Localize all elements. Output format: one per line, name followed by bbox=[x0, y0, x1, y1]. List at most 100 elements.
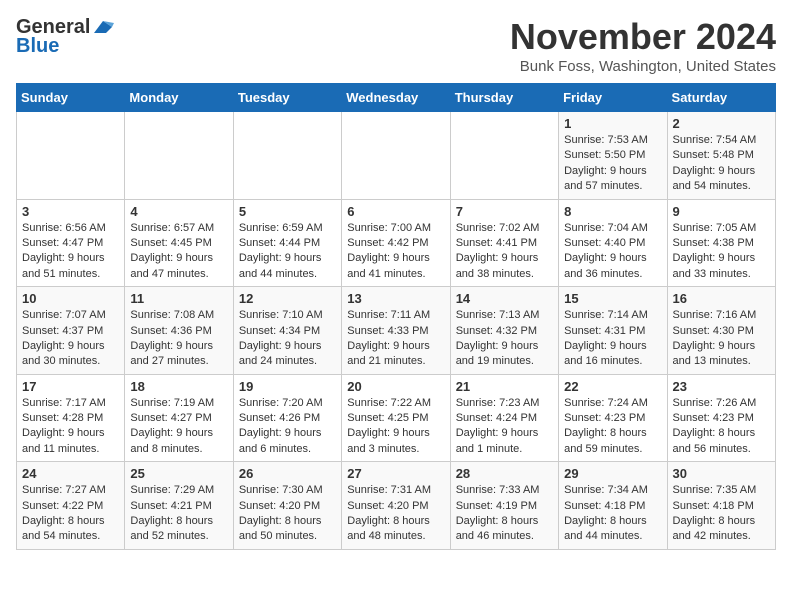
day-number: 10 bbox=[22, 291, 119, 306]
day-info: Sunrise: 7:11 AM Sunset: 4:33 PM Dayligh… bbox=[347, 308, 444, 370]
calendar-cell: 30 Sunrise: 7:35 AM Sunset: 4:18 PM Dayli… bbox=[667, 462, 775, 550]
day-info: Sunrise: 7:22 AM Sunset: 4:25 PM Dayligh… bbox=[347, 396, 444, 458]
calendar-cell bbox=[17, 112, 125, 200]
day-info: Sunrise: 7:26 AM Sunset: 4:23 PM Dayligh… bbox=[673, 396, 770, 458]
logo-icon bbox=[92, 19, 114, 37]
logo: General Blue bbox=[16, 16, 114, 58]
day-info: Sunrise: 7:05 AM Sunset: 4:38 PM Dayligh… bbox=[673, 221, 770, 283]
day-info: Sunrise: 7:23 AM Sunset: 4:24 PM Dayligh… bbox=[456, 396, 553, 458]
day-number: 1 bbox=[564, 116, 661, 131]
day-number: 24 bbox=[22, 466, 119, 481]
calendar-cell: 26Sunrise: 7:30 AM Sunset: 4:20 PM Dayli… bbox=[233, 462, 341, 550]
day-number: 9 bbox=[673, 204, 770, 219]
day-number: 3 bbox=[22, 204, 119, 219]
calendar-cell: 15 Sunrise: 7:14 AM Sunset: 4:31 PM Dayli… bbox=[559, 287, 667, 375]
calendar-cell: 28 Sunrise: 7:33 AM Sunset: 4:19 PM Dayli… bbox=[450, 462, 558, 550]
day-info: Sunrise: 7:10 AM Sunset: 4:34 PM Dayligh… bbox=[239, 308, 336, 370]
calendar-header-row: Sunday Monday Tuesday Wednesday Thursday… bbox=[17, 84, 776, 112]
calendar-cell bbox=[342, 112, 450, 200]
calendar-cell: 24 Sunrise: 7:27 AM Sunset: 4:22 PM Dayli… bbox=[17, 462, 125, 550]
day-info: Sunrise: 7:54 AM Sunset: 5:48 PM Dayligh… bbox=[673, 133, 770, 195]
calendar-cell: 1 Sunrise: 7:53 AM Sunset: 5:50 PM Daylig… bbox=[559, 112, 667, 200]
day-info: Sunrise: 6:56 AM Sunset: 4:47 PM Dayligh… bbox=[22, 221, 119, 283]
calendar-cell: 9 Sunrise: 7:05 AM Sunset: 4:38 PM Daylig… bbox=[667, 199, 775, 287]
week-row-2: 3 Sunrise: 6:56 AM Sunset: 4:47 PM Daylig… bbox=[17, 199, 776, 287]
month-title: November 2024 bbox=[510, 16, 776, 58]
day-number: 17 bbox=[22, 379, 119, 394]
calendar-cell: 23Sunrise: 7:26 AM Sunset: 4:23 PM Dayli… bbox=[667, 374, 775, 462]
day-number: 15 bbox=[564, 291, 661, 306]
calendar-cell: 27 Sunrise: 7:31 AM Sunset: 4:20 PM Dayli… bbox=[342, 462, 450, 550]
calendar-cell: 4 Sunrise: 6:57 AM Sunset: 4:45 PM Daylig… bbox=[125, 199, 233, 287]
calendar-cell: 17 Sunrise: 7:17 AM Sunset: 4:28 PM Dayli… bbox=[17, 374, 125, 462]
day-number: 25 bbox=[130, 466, 227, 481]
day-number: 18 bbox=[130, 379, 227, 394]
week-row-1: 1 Sunrise: 7:53 AM Sunset: 5:50 PM Daylig… bbox=[17, 112, 776, 200]
calendar-cell bbox=[125, 112, 233, 200]
day-info: Sunrise: 7:35 AM Sunset: 4:18 PM Dayligh… bbox=[673, 483, 770, 545]
calendar-cell: 5 Sunrise: 6:59 AM Sunset: 4:44 PM Daylig… bbox=[233, 199, 341, 287]
calendar-cell: 19 Sunrise: 7:20 AM Sunset: 4:26 PM Dayli… bbox=[233, 374, 341, 462]
calendar-cell: 18 Sunrise: 7:19 AM Sunset: 4:27 PM Dayli… bbox=[125, 374, 233, 462]
calendar-cell: 16 Sunrise: 7:16 AM Sunset: 4:30 PM Dayli… bbox=[667, 287, 775, 375]
day-number: 27 bbox=[347, 466, 444, 481]
calendar-cell: 6 Sunrise: 7:00 AM Sunset: 4:42 PM Daylig… bbox=[342, 199, 450, 287]
day-info: Sunrise: 7:20 AM Sunset: 4:26 PM Dayligh… bbox=[239, 396, 336, 458]
calendar-cell bbox=[450, 112, 558, 200]
day-info: Sunrise: 7:08 AM Sunset: 4:36 PM Dayligh… bbox=[130, 308, 227, 370]
day-info: Sunrise: 7:31 AM Sunset: 4:20 PM Dayligh… bbox=[347, 483, 444, 545]
day-info: Sunrise: 7:16 AM Sunset: 4:30 PM Dayligh… bbox=[673, 308, 770, 370]
day-info: Sunrise: 7:04 AM Sunset: 4:40 PM Dayligh… bbox=[564, 221, 661, 283]
calendar-cell: 7 Sunrise: 7:02 AM Sunset: 4:41 PM Daylig… bbox=[450, 199, 558, 287]
col-saturday: Saturday bbox=[667, 84, 775, 112]
col-tuesday: Tuesday bbox=[233, 84, 341, 112]
day-info: Sunrise: 7:53 AM Sunset: 5:50 PM Dayligh… bbox=[564, 133, 661, 195]
day-info: Sunrise: 7:13 AM Sunset: 4:32 PM Dayligh… bbox=[456, 308, 553, 370]
day-number: 8 bbox=[564, 204, 661, 219]
calendar-cell: 20Sunrise: 7:22 AM Sunset: 4:25 PM Dayli… bbox=[342, 374, 450, 462]
day-number: 19 bbox=[239, 379, 336, 394]
calendar-cell: 22Sunrise: 7:24 AM Sunset: 4:23 PM Dayli… bbox=[559, 374, 667, 462]
title-area: November 2024 Bunk Foss, Washington, Uni… bbox=[510, 16, 776, 75]
calendar-table: Sunday Monday Tuesday Wednesday Thursday… bbox=[16, 83, 776, 550]
col-sunday: Sunday bbox=[17, 84, 125, 112]
day-info: Sunrise: 6:59 AM Sunset: 4:44 PM Dayligh… bbox=[239, 221, 336, 283]
day-info: Sunrise: 7:00 AM Sunset: 4:42 PM Dayligh… bbox=[347, 221, 444, 283]
subtitle: Bunk Foss, Washington, United States bbox=[510, 58, 776, 75]
day-number: 29 bbox=[564, 466, 661, 481]
day-info: Sunrise: 7:33 AM Sunset: 4:19 PM Dayligh… bbox=[456, 483, 553, 545]
calendar-cell: 2 Sunrise: 7:54 AM Sunset: 5:48 PM Daylig… bbox=[667, 112, 775, 200]
day-info: Sunrise: 7:17 AM Sunset: 4:28 PM Dayligh… bbox=[22, 396, 119, 458]
col-thursday: Thursday bbox=[450, 84, 558, 112]
day-info: Sunrise: 7:02 AM Sunset: 4:41 PM Dayligh… bbox=[456, 221, 553, 283]
calendar-cell: 25 Sunrise: 7:29 AM Sunset: 4:21 PM Dayli… bbox=[125, 462, 233, 550]
calendar-cell: 10 Sunrise: 7:07 AM Sunset: 4:37 PM Dayli… bbox=[17, 287, 125, 375]
day-number: 2 bbox=[673, 116, 770, 131]
week-row-3: 10 Sunrise: 7:07 AM Sunset: 4:37 PM Dayli… bbox=[17, 287, 776, 375]
week-row-5: 24 Sunrise: 7:27 AM Sunset: 4:22 PM Dayli… bbox=[17, 462, 776, 550]
calendar-cell: 29Sunrise: 7:34 AM Sunset: 4:18 PM Dayli… bbox=[559, 462, 667, 550]
day-info: Sunrise: 7:29 AM Sunset: 4:21 PM Dayligh… bbox=[130, 483, 227, 545]
day-number: 28 bbox=[456, 466, 553, 481]
col-wednesday: Wednesday bbox=[342, 84, 450, 112]
calendar-cell: 3 Sunrise: 6:56 AM Sunset: 4:47 PM Daylig… bbox=[17, 199, 125, 287]
day-number: 13 bbox=[347, 291, 444, 306]
week-row-4: 17 Sunrise: 7:17 AM Sunset: 4:28 PM Dayli… bbox=[17, 374, 776, 462]
day-number: 21 bbox=[456, 379, 553, 394]
day-info: Sunrise: 7:07 AM Sunset: 4:37 PM Dayligh… bbox=[22, 308, 119, 370]
day-number: 16 bbox=[673, 291, 770, 306]
day-number: 7 bbox=[456, 204, 553, 219]
day-number: 6 bbox=[347, 204, 444, 219]
day-info: Sunrise: 7:27 AM Sunset: 4:22 PM Dayligh… bbox=[22, 483, 119, 545]
col-friday: Friday bbox=[559, 84, 667, 112]
day-number: 14 bbox=[456, 291, 553, 306]
day-number: 26 bbox=[239, 466, 336, 481]
day-number: 5 bbox=[239, 204, 336, 219]
calendar-cell: 13 Sunrise: 7:11 AM Sunset: 4:33 PM Dayli… bbox=[342, 287, 450, 375]
calendar-cell: 12Sunrise: 7:10 AM Sunset: 4:34 PM Dayli… bbox=[233, 287, 341, 375]
day-number: 30 bbox=[673, 466, 770, 481]
day-info: Sunrise: 7:14 AM Sunset: 4:31 PM Dayligh… bbox=[564, 308, 661, 370]
day-info: Sunrise: 6:57 AM Sunset: 4:45 PM Dayligh… bbox=[130, 221, 227, 283]
day-number: 4 bbox=[130, 204, 227, 219]
day-info: Sunrise: 7:19 AM Sunset: 4:27 PM Dayligh… bbox=[130, 396, 227, 458]
